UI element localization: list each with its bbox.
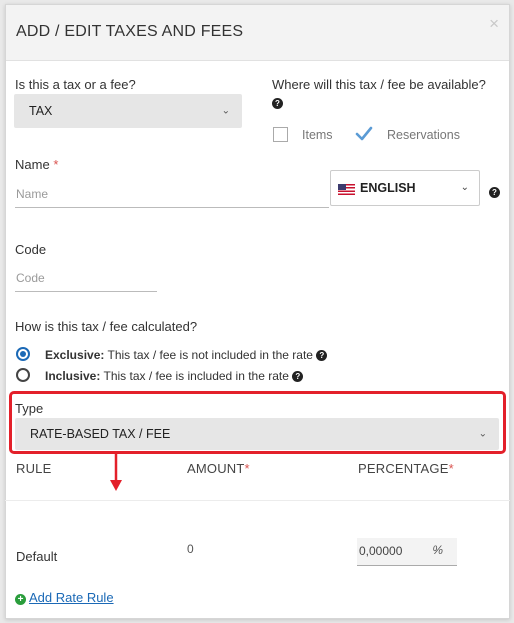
arrow-head bbox=[110, 480, 122, 491]
amount-header-text: AMOUNT bbox=[187, 461, 245, 476]
required-mark: * bbox=[53, 157, 59, 172]
name-label-text: Name bbox=[15, 157, 50, 172]
modal-header: ADD / EDIT TAXES AND FEES × bbox=[6, 5, 509, 61]
exclusive-option-text: Exclusive: This tax / fee is not include… bbox=[45, 348, 328, 362]
tax-or-fee-select[interactable]: TAX ⌄ bbox=[14, 94, 242, 128]
exclusive-radio[interactable] bbox=[16, 347, 30, 361]
percentage-header-text: PERCENTAGE bbox=[358, 461, 449, 476]
items-checkbox[interactable] bbox=[273, 127, 288, 142]
inclusive-option-text: Inclusive: This tax / fee is included in… bbox=[45, 369, 304, 383]
percent-symbol: % bbox=[432, 543, 443, 557]
add-rate-rule-link[interactable]: + Add Rate Rule bbox=[15, 590, 114, 605]
percentage-input[interactable]: 0,00000 % bbox=[357, 538, 457, 566]
amount-column-header: AMOUNT* bbox=[187, 461, 250, 476]
help-icon[interactable]: ? bbox=[489, 187, 500, 198]
amount-cell: 0 bbox=[187, 542, 194, 556]
inclusive-title: Inclusive: bbox=[45, 369, 101, 383]
code-label: Code bbox=[15, 242, 47, 257]
calculation-label: How is this tax / fee calculated? bbox=[15, 319, 198, 334]
inclusive-description: This tax / fee is included in the rate bbox=[103, 369, 289, 383]
name-input[interactable] bbox=[15, 180, 329, 208]
name-label: Name * bbox=[15, 157, 58, 172]
language-value: ENGLISH bbox=[360, 181, 416, 195]
percentage-value: 0,00000 bbox=[359, 544, 403, 558]
reservations-checkbox-label: Reservations bbox=[387, 128, 460, 142]
exclusive-title: Exclusive: bbox=[45, 348, 105, 362]
help-icon[interactable]: ? bbox=[316, 350, 328, 362]
add-rate-rule-label: Add Rate Rule bbox=[29, 590, 114, 605]
close-icon[interactable]: × bbox=[489, 15, 499, 32]
chevron-down-icon: ⌄ bbox=[221, 105, 230, 117]
tax-or-fee-value: TAX bbox=[29, 104, 53, 118]
items-checkbox-label: Items bbox=[302, 128, 333, 142]
exclusive-description: This tax / fee is not included in the ra… bbox=[107, 348, 313, 362]
chevron-down-icon: ⌄ bbox=[460, 182, 469, 193]
required-mark: * bbox=[448, 461, 454, 476]
help-icon[interactable]: ? bbox=[272, 98, 283, 109]
table-divider bbox=[5, 500, 510, 501]
inclusive-radio[interactable] bbox=[16, 368, 30, 382]
availability-label: Where will this tax / fee be available? bbox=[272, 77, 486, 92]
modal-title: ADD / EDIT TAXES AND FEES bbox=[16, 23, 244, 40]
code-input[interactable] bbox=[15, 264, 157, 292]
language-select[interactable]: ENGLISH ⌄ bbox=[330, 170, 480, 206]
annotation-arrow bbox=[110, 452, 122, 491]
tax-or-fee-label: Is this a tax or a fee? bbox=[15, 77, 136, 92]
us-flag-icon bbox=[338, 184, 355, 195]
reservations-checkbox[interactable] bbox=[354, 125, 374, 143]
help-icon[interactable]: ? bbox=[292, 371, 304, 383]
percentage-column-header: PERCENTAGE* bbox=[358, 461, 454, 476]
required-mark: * bbox=[244, 461, 250, 476]
plus-circle-icon: + bbox=[15, 594, 26, 605]
rule-column-header: RULE bbox=[16, 461, 52, 476]
annotation-highlight-box bbox=[9, 391, 506, 454]
rule-cell: Default bbox=[16, 549, 58, 564]
checkmark-icon bbox=[355, 126, 373, 141]
